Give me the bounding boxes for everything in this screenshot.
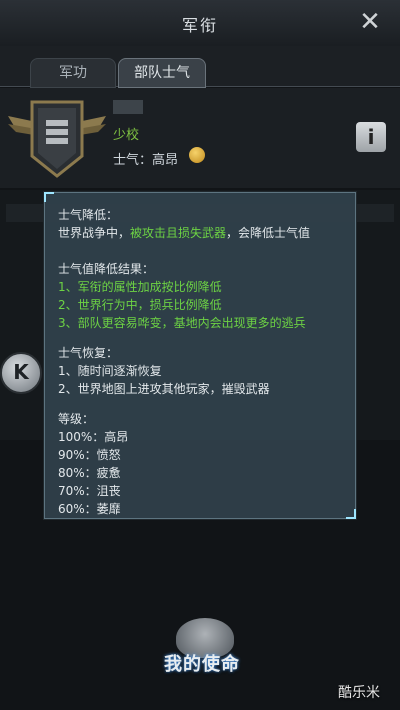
tab-morale[interactable]: 部队士气 xyxy=(118,58,206,88)
smiley-icon xyxy=(189,147,205,163)
popup-result-item: 2、世界行为中，损兵比例降低 xyxy=(58,298,222,312)
k-logo-glyph: K xyxy=(13,360,29,384)
popup-text: ，会降低士气值 xyxy=(226,226,311,240)
morale-status: 士气：高昂 xyxy=(113,153,179,168)
popup-heading-result: 士气值降低结果： xyxy=(58,262,155,276)
popup-result-item: 1、军衔的属性加成按比例降低 xyxy=(58,280,222,294)
popup-result-item: 3、部队更容易哗变，基地内会出现更多的逃兵 xyxy=(58,316,306,330)
game-logo: 我的使命 xyxy=(164,654,240,675)
popup-recovery-item: 1、随时间逐渐恢复 xyxy=(58,364,162,378)
player-name-redacted xyxy=(113,100,143,114)
page-title: 军衔 xyxy=(181,16,218,35)
popup-level-item: 60%：萎靡 xyxy=(58,502,121,516)
popup-text: 世界战争中， xyxy=(58,226,131,240)
popup-heading-drop: 士气降低： xyxy=(58,208,119,222)
tab-merit[interactable]: 军功 xyxy=(30,58,116,88)
popup-line: 世界战争中，被攻击且损失武器，会降低士气值 xyxy=(58,224,310,241)
popup-level-item: 90%：愤怒 xyxy=(58,448,121,462)
popup-level-item: 100%：高昂 xyxy=(58,430,129,444)
popup-heading-levels: 等级： xyxy=(58,412,95,426)
rank-label: 少校 xyxy=(113,128,140,143)
popup-recovery-item: 2、世界地图上进攻其他玩家，摧毁武器 xyxy=(58,382,270,396)
popup-level-item: 80%：疲惫 xyxy=(58,466,121,480)
rank-badge-icon xyxy=(8,100,106,178)
popup-highlight: 被攻击且损失武器 xyxy=(130,226,227,240)
popup-corner-icon xyxy=(44,192,54,202)
k-logo-icon[interactable]: K xyxy=(0,352,42,394)
popup-level-item: 70%：沮丧 xyxy=(58,484,121,498)
info-button[interactable]: i xyxy=(356,122,386,152)
popup-heading-recovery: 士气恢复： xyxy=(58,346,119,360)
close-icon[interactable]: ✕ xyxy=(356,8,384,36)
popup-corner-icon xyxy=(346,509,356,519)
watermark: 酷乐米 xyxy=(338,685,380,701)
